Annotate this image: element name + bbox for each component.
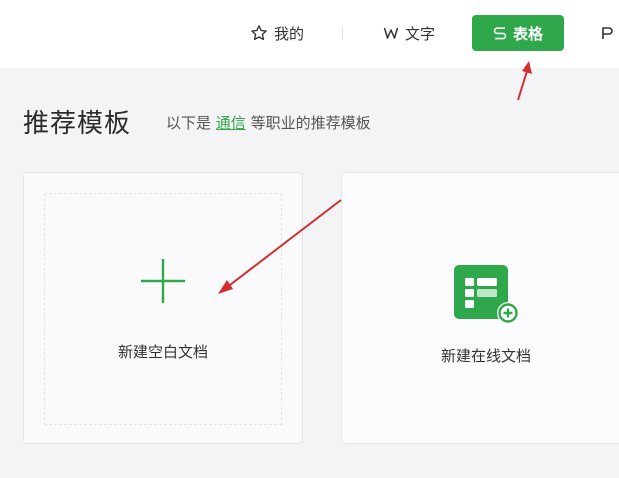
section-description: 以下是 通信 等职业的推荐模板 bbox=[166, 112, 371, 133]
new-online-document-card[interactable]: 新建在线文档 bbox=[341, 172, 619, 444]
plus-icon bbox=[139, 257, 187, 309]
new-blank-document-label: 新建空白文档 bbox=[117, 343, 208, 361]
top-nav-bar: 我的 文字 表格 bbox=[0, 0, 619, 68]
tab-mine-label: 我的 bbox=[273, 24, 304, 43]
new-blank-document-card[interactable]: 新建空白文档 bbox=[23, 172, 303, 444]
profession-link[interactable]: 通信 bbox=[216, 114, 246, 132]
card-dashed-frame bbox=[44, 193, 282, 425]
online-sheet-add-icon bbox=[454, 265, 522, 331]
desc-suffix: 等职业的推荐模板 bbox=[250, 114, 371, 132]
desc-prefix: 以下是 bbox=[166, 114, 212, 132]
s-letter-icon bbox=[493, 25, 507, 41]
new-online-document-label: 新建在线文档 bbox=[440, 347, 531, 365]
tab-presentation[interactable] bbox=[600, 15, 619, 51]
star-icon bbox=[250, 24, 268, 42]
tab-mine[interactable]: 我的 bbox=[246, 15, 308, 51]
p-letter-icon bbox=[600, 25, 614, 41]
tab-sheet-label: 表格 bbox=[512, 24, 543, 43]
tab-sheet[interactable]: 表格 bbox=[472, 15, 564, 51]
w-letter-icon bbox=[383, 25, 399, 41]
nav-divider bbox=[342, 27, 343, 40]
tab-text[interactable]: 文字 bbox=[376, 15, 442, 51]
tab-text-label: 文字 bbox=[404, 24, 435, 43]
section-title: 推荐模板 bbox=[23, 109, 132, 139]
